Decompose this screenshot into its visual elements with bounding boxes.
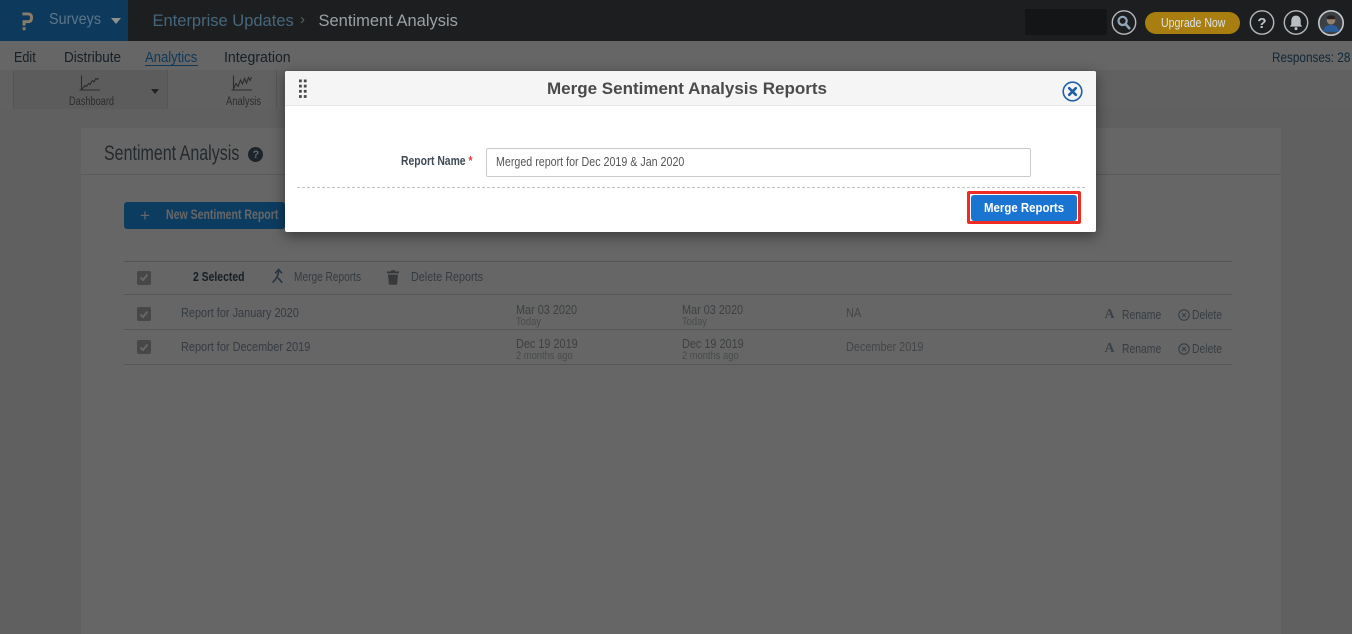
svg-text:?: ?	[1257, 15, 1266, 32]
